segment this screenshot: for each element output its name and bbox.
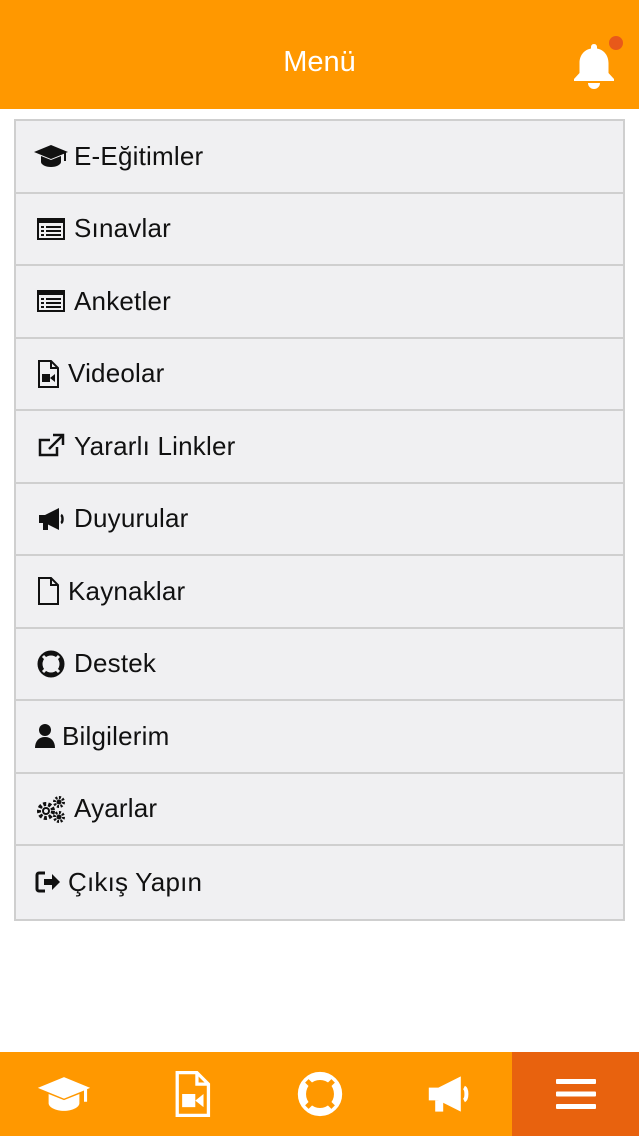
file-icon: [32, 576, 64, 606]
menu-item-ayarlar[interactable]: Ayarlar: [16, 773, 623, 846]
life-ring-icon: [297, 1071, 343, 1117]
menu-icon: [555, 1079, 596, 1109]
app-header: Menü: [0, 0, 639, 109]
bottom-nav: [0, 1052, 639, 1136]
sign-out-icon: [32, 867, 64, 897]
main-menu: E-Eğitimler Sınavlar Anketler Videolar Y…: [14, 119, 625, 921]
menu-item-destek[interactable]: Destek: [16, 628, 623, 701]
menu-item-label: Bilgilerim: [62, 720, 170, 751]
bullhorn-icon: [32, 504, 70, 534]
file-video-icon: [175, 1071, 211, 1117]
menu-item-duyurular[interactable]: Duyurular: [16, 483, 623, 556]
menu-item-label: Duyurular: [74, 503, 189, 534]
menu-item-label: E-Eğitimler: [74, 140, 204, 171]
menu-item-label: Videolar: [68, 358, 165, 389]
tab-videolar[interactable]: [128, 1052, 256, 1136]
external-link-icon: [32, 431, 70, 461]
menu-item-label: Destek: [74, 648, 157, 679]
cogs-icon: [32, 794, 70, 824]
menu-item-sinavlar[interactable]: Sınavlar: [16, 193, 623, 266]
graduation-cap-icon: [37, 1077, 91, 1111]
menu-item-label: Kaynaklar: [68, 575, 186, 606]
graduation-cap-icon: [32, 141, 70, 171]
tab-destek[interactable]: [256, 1052, 384, 1136]
menu-item-label: Ayarlar: [74, 793, 158, 824]
menu-item-e-egitimler[interactable]: E-Eğitimler: [16, 121, 623, 194]
menu-item-label: Anketler: [74, 285, 171, 316]
menu-item-cikis-yapin[interactable]: Çıkış Yapın: [16, 846, 623, 919]
user-icon: [32, 721, 58, 751]
tab-duyurular[interactable]: [384, 1052, 512, 1136]
menu-item-bilgilerim[interactable]: Bilgilerim: [16, 701, 623, 774]
tab-e-egitimler[interactable]: [0, 1052, 128, 1136]
menu-item-yararli-linkler[interactable]: Yararlı Linkler: [16, 411, 623, 484]
menu-item-label: Çıkış Yapın: [68, 866, 203, 897]
notification-badge: [607, 34, 625, 52]
menu-item-videolar[interactable]: Videolar: [16, 338, 623, 411]
life-ring-icon: [32, 649, 70, 679]
list-alt-icon: [32, 286, 70, 316]
bullhorn-icon: [428, 1076, 469, 1112]
menu-item-label: Yararlı Linkler: [74, 430, 236, 461]
list-alt-icon: [32, 214, 70, 244]
page-title: Menü: [283, 46, 356, 78]
menu-item-anketler[interactable]: Anketler: [16, 266, 623, 339]
menu-item-label: Sınavlar: [74, 213, 171, 244]
menu-item-kaynaklar[interactable]: Kaynaklar: [16, 556, 623, 629]
tab-menu[interactable]: [512, 1052, 639, 1136]
file-video-icon: [32, 359, 64, 389]
